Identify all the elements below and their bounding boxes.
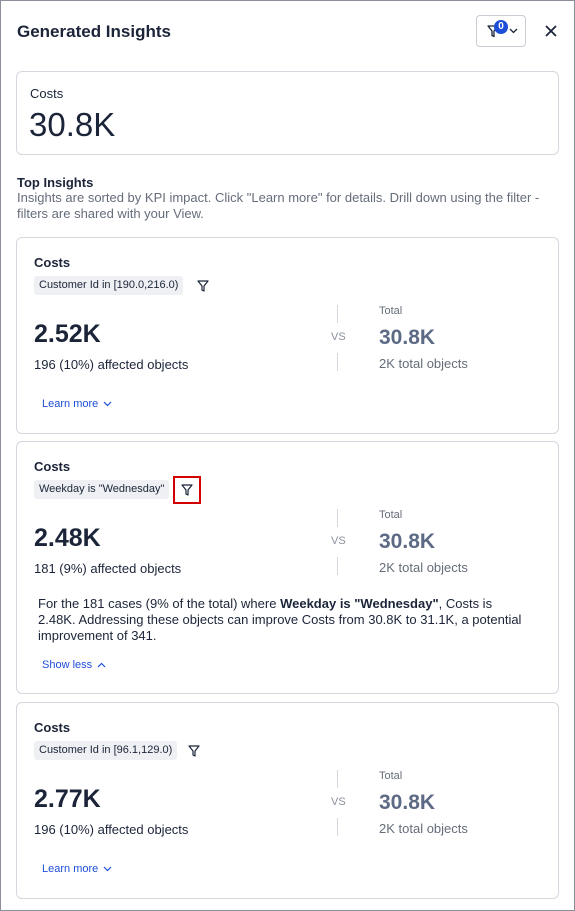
panel-title: Generated Insights xyxy=(17,22,171,41)
total-objects: 2K total objects xyxy=(379,560,468,575)
divider xyxy=(337,305,338,323)
total-label: Total xyxy=(379,509,403,521)
total-label: Total xyxy=(379,770,403,782)
total-value: 30.8K xyxy=(379,326,436,349)
insight-card: Costs Customer Id in [96.1,129.0) 2.77K … xyxy=(16,702,559,899)
total-value: 30.8K xyxy=(379,791,436,814)
vs-label: VS xyxy=(331,796,346,808)
divider xyxy=(337,509,338,527)
insight-detail-text: For the 181 cases (9% of the total) wher… xyxy=(38,596,528,644)
divider xyxy=(337,818,338,836)
kpi-value: 30.8K xyxy=(29,106,116,143)
insight-condition-chip: Weekday is "Wednesday" xyxy=(34,480,170,499)
top-insights-description: Insights are sorted by KPI impact. Click… xyxy=(17,190,540,221)
apply-filter-button[interactable] xyxy=(180,737,208,765)
insight-condition-chip: Customer Id in [96.1,129.0) xyxy=(34,741,178,760)
total-objects: 2K total objects xyxy=(379,821,468,836)
divider xyxy=(337,770,338,788)
insight-value: 2.77K xyxy=(34,785,101,813)
filter-icon xyxy=(197,280,209,292)
chevron-down-icon xyxy=(103,866,112,872)
total-objects: 2K total objects xyxy=(379,356,468,371)
filter-icon xyxy=(188,745,200,757)
vs-label: VS xyxy=(331,331,346,343)
affected-objects: 196 (10%) affected objects xyxy=(34,357,189,372)
learn-more-link[interactable]: Learn more xyxy=(42,863,112,875)
show-less-link[interactable]: Show less xyxy=(42,659,106,671)
close-icon[interactable] xyxy=(544,24,558,38)
total-value: 30.8K xyxy=(379,530,436,553)
affected-objects: 181 (9%) affected objects xyxy=(34,561,182,576)
chevron-up-icon xyxy=(97,662,106,668)
vs-label: VS xyxy=(331,535,346,547)
insight-value: 2.48K xyxy=(34,524,101,552)
chevron-down-icon xyxy=(509,28,518,34)
learn-more-link[interactable]: Learn more xyxy=(42,398,112,410)
divider xyxy=(337,557,338,575)
insight-card: Costs Weekday is "Wednesday" 2.48K 181 (… xyxy=(16,441,559,694)
filter-icon xyxy=(181,484,193,496)
insight-condition-chip: Customer Id in [190.0,216.0) xyxy=(34,276,184,295)
chevron-down-icon xyxy=(103,401,112,407)
top-insights-title: Top Insights xyxy=(17,175,94,190)
insight-card: Costs Customer Id in [190.0,216.0) 2.52K… xyxy=(16,237,559,434)
insight-metric: Costs xyxy=(34,459,71,474)
detail-text-start: For the 181 cases (9% of the total) wher… xyxy=(38,596,281,611)
insight-value: 2.52K xyxy=(34,320,101,348)
divider xyxy=(337,353,338,371)
learn-more-label: Learn more xyxy=(42,398,99,410)
insight-metric: Costs xyxy=(34,255,71,270)
filter-dropdown-button[interactable]: 0 xyxy=(476,15,526,47)
show-less-label: Show less xyxy=(42,659,93,671)
filter-count-badge: 0 xyxy=(494,20,508,34)
kpi-summary: Costs 30.8K xyxy=(16,71,559,155)
affected-objects: 196 (10%) affected objects xyxy=(34,822,189,837)
insights-panel: Generated Insights 0 Costs 30.8K Top Ins… xyxy=(0,0,575,911)
panel-header: Generated Insights 0 xyxy=(1,1,574,65)
total-label: Total xyxy=(379,305,403,317)
learn-more-label: Learn more xyxy=(42,863,99,875)
apply-filter-button[interactable] xyxy=(189,272,217,300)
detail-condition: Weekday is "Wednesday" xyxy=(280,596,439,611)
apply-filter-button[interactable] xyxy=(173,476,201,504)
insight-metric: Costs xyxy=(34,720,71,735)
kpi-label: Costs xyxy=(30,86,64,101)
